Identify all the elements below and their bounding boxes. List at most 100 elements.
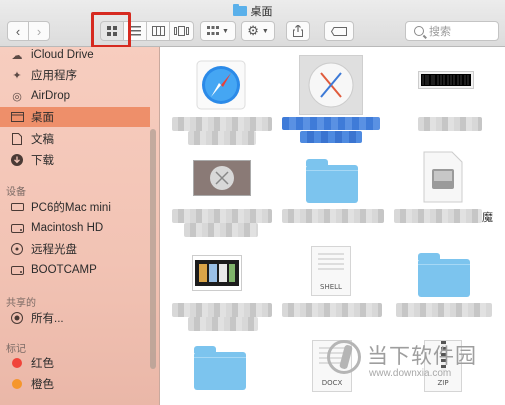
sidebar-item-label: iCloud Drive [31, 49, 94, 61]
file-name-blurred [396, 303, 492, 317]
file-item-installer-pkg[interactable] [422, 151, 464, 203]
document-icon [10, 132, 24, 146]
file-name-selected [300, 131, 362, 143]
sidebar-item-label: Macintosh HD [31, 222, 104, 234]
file-item-os-installer[interactable] [299, 55, 363, 115]
tag-orange-dot-icon [12, 379, 22, 389]
window-toolbar: 桌面 ‹ › ▼ ⚙ ▼ 搜索 [0, 0, 505, 48]
sidebar-item-label: 红色 [31, 358, 54, 370]
shell-file-icon [318, 253, 344, 255]
sidebar-item-label: 所有... [31, 313, 64, 325]
search-placeholder: 搜索 [429, 26, 451, 38]
sidebar-item-label: 桌面 [31, 112, 54, 124]
file-name-blurred [172, 209, 272, 223]
sidebar-item-documents[interactable]: 文稿 [0, 129, 150, 149]
sidebar-item-remote-disc[interactable]: 远程光盘 [0, 239, 150, 259]
file-item-safari[interactable] [196, 60, 246, 110]
chevron-left-icon: ‹ [15, 23, 21, 39]
edit-tags-button[interactable] [324, 21, 354, 41]
screenshot-thumbnail-icon [195, 260, 239, 286]
file-item-disk-image[interactable] [193, 160, 251, 196]
file-name-blurred [394, 209, 482, 223]
action-button[interactable]: ⚙ ▼ [241, 21, 275, 41]
watermark-logo-icon [327, 340, 361, 374]
desktop-icon [10, 110, 24, 124]
sidebar-item-tag-red[interactable]: 红色 [0, 353, 150, 373]
search-icon [414, 26, 424, 36]
share-icon [293, 25, 303, 37]
window-title-text: 桌面 [250, 6, 273, 18]
sidebar-item-all-shared[interactable]: 所有... [0, 308, 150, 328]
sidebar-section-shared: 共享的 [6, 298, 36, 309]
file-name-partial-char: 魔 [482, 212, 493, 224]
disk-icon [10, 221, 24, 235]
barcode-icon [421, 74, 471, 86]
window-title: 桌面 [0, 3, 505, 18]
search-field[interactable]: 搜索 [405, 21, 499, 41]
os-x-installer-icon [308, 62, 354, 108]
file-name-selected[interactable] [282, 117, 380, 130]
back-button[interactable]: ‹ [7, 21, 29, 41]
remote-disc-icon [10, 242, 24, 256]
cover-flow-icon [174, 26, 189, 36]
sidebar-item-label: AirDrop [31, 90, 70, 102]
watermark: 当下软件园 www.downxia.com [325, 336, 495, 388]
sidebar-item-macintosh-hd[interactable]: Macintosh HD [0, 218, 150, 238]
sidebar-item-label: 远程光盘 [31, 244, 77, 256]
sidebar-item-tag-orange[interactable]: 橙色 [0, 374, 150, 394]
watermark-url: www.downxia.com [369, 368, 452, 379]
sidebar-item-label: PC6的Mac mini [31, 202, 111, 214]
tag-icon [331, 26, 347, 36]
file-item-barcode[interactable] [418, 71, 474, 89]
columns-icon [151, 26, 165, 36]
file-item-screenshot[interactable] [192, 255, 242, 291]
sidebar-item-icloud-drive[interactable]: ☁ iCloud Drive [0, 45, 150, 65]
sidebar: ☁ iCloud Drive ✦ 应用程序 ◎ AirDrop 桌面 文稿 下载… [0, 47, 160, 405]
file-name-blurred [282, 209, 384, 223]
sidebar-scrollbar[interactable] [150, 129, 156, 369]
file-name-blurred [418, 117, 482, 131]
chevron-down-icon: ▼ [261, 27, 269, 35]
sidebar-item-downloads[interactable]: 下载 [0, 150, 150, 170]
forward-button[interactable]: › [28, 21, 50, 41]
folder-icon[interactable] [306, 159, 358, 203]
network-icon [10, 311, 24, 325]
file-name-blurred [282, 303, 382, 317]
sidebar-item-bootcamp[interactable]: BOOTCAMP [0, 260, 150, 280]
file-item-shell-script[interactable]: SHELL [311, 246, 351, 296]
cover-flow-button[interactable] [169, 21, 194, 41]
download-icon [10, 153, 24, 167]
arrange-grid-icon [207, 26, 220, 35]
disk-icon [10, 263, 24, 277]
share-button[interactable] [286, 21, 310, 41]
folder-icon[interactable] [194, 346, 246, 390]
airdrop-icon: ◎ [12, 90, 22, 103]
arrange-button[interactable]: ▼ [200, 21, 236, 41]
disk-utility-icon [423, 151, 463, 203]
gear-icon: ⚙ [247, 23, 259, 38]
file-name-blurred [188, 317, 258, 331]
sidebar-section-devices: 设备 [6, 187, 26, 198]
sidebar-item-label: 下载 [31, 155, 54, 167]
file-name-blurred [184, 223, 258, 237]
sidebar-item-mac-mini[interactable]: PC6的Mac mini [0, 197, 150, 217]
chevron-down-icon: ▼ [222, 27, 229, 35]
sidebar-item-label: BOOTCAMP [31, 264, 97, 276]
column-view-button[interactable] [146, 21, 170, 41]
sidebar-item-label: 文稿 [31, 134, 54, 146]
sidebar-item-airdrop[interactable]: ◎ AirDrop [0, 86, 150, 106]
cloud-icon: ☁ [11, 49, 23, 62]
sidebar-item-desktop[interactable]: 桌面 [0, 107, 150, 127]
file-name-blurred [172, 117, 272, 131]
sidebar-item-applications[interactable]: ✦ 应用程序 [0, 65, 150, 85]
safari-icon [196, 60, 246, 110]
folder-icon [232, 4, 247, 16]
os-x-image-icon [194, 161, 250, 195]
folder-icon[interactable] [418, 253, 470, 297]
file-name-blurred [188, 131, 256, 145]
computer-icon [10, 200, 24, 214]
file-name-blurred [172, 303, 272, 317]
annotation-highlight-box [91, 12, 131, 48]
sidebar-item-label: 橙色 [31, 379, 54, 391]
applications-icon: ✦ [12, 69, 22, 82]
